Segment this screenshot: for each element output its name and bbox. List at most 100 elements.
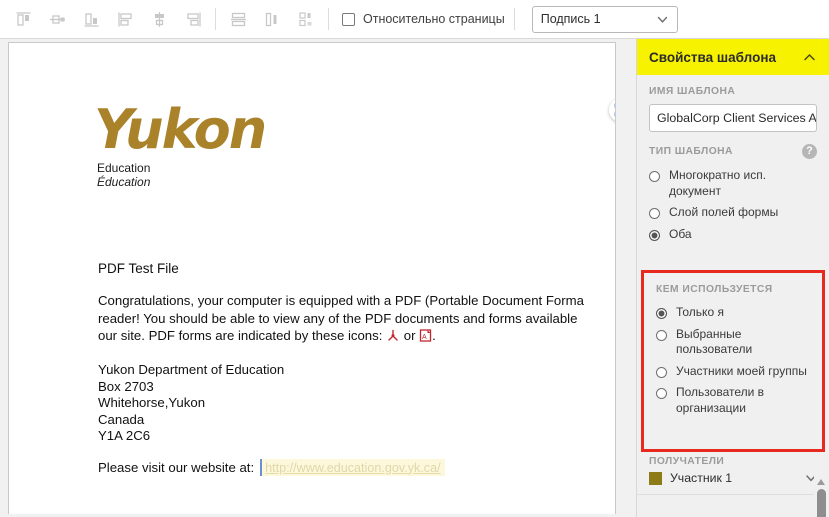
paragraph-or: or [403,328,416,343]
address-line-5: Y1A 2C6 [98,428,151,444]
radio-indicator [649,171,660,182]
match-size-icon [298,11,311,26]
logo-wordmark: Yukon [94,98,267,161]
distribute-horizontal-icon [265,12,276,26]
template-type-option-label: Оба [669,226,692,241]
pdf-file-icon: A [419,329,432,342]
used-by-option-my-group[interactable]: Участники моей группы [644,361,822,383]
distribute-vertical-icon [230,12,246,26]
pdf-heading: PDF Test File [98,261,179,276]
used-by-option-label: Участники моей группы [676,363,807,378]
align-center-vertical-icon [154,11,164,27]
alignment-toolbar: Относительно страницы Подпись 1 [0,0,829,39]
recipient-color-swatch [649,471,662,485]
radio-indicator [656,388,667,399]
used-by-option-only-me[interactable]: Только я [644,302,822,324]
logo-subtitle-fr: Éducation [97,175,151,189]
relative-to-page-checkbox[interactable]: Относительно страницы [338,12,509,26]
yukon-logo: Yukon Education Éducation [94,98,267,190]
used-by-option-selected-users[interactable]: Выбранные пользователи [644,324,822,361]
paragraph-line-1: Congratulations, your computer is equipp… [98,293,584,308]
toolbar-separator-3 [513,8,515,30]
signature-select-value: Подпись 1 [540,12,601,26]
radio-indicator-selected [656,308,667,319]
template-properties-title: Свойства шаблона [649,49,776,65]
scan-focus-badge[interactable] [609,98,615,122]
pdf-visit-line: Please visit our website at: http://www.… [98,459,445,476]
pdf-page[interactable]: Yukon Education Éducation PDF Test File … [8,42,616,514]
align-top-icon [16,11,30,26]
recipients-label: ПОЛУЧАТЕЛИ [649,456,725,467]
signature-select[interactable]: Подпись 1 [531,5,678,33]
align-top-button[interactable] [6,4,40,34]
svg-text:A: A [422,334,427,341]
scan-focus-icon [614,103,615,117]
relative-to-page-label: Относительно страницы [363,12,505,26]
radio-indicator [656,366,667,378]
used-by-option-organization[interactable]: Пользователи в организации [644,382,822,419]
recipients-section: ПОЛУЧАТЕЛИ Участник 1 [637,456,829,495]
recipient-name: Участник 1 [670,471,733,485]
pdf-address-block: Yukon Department of Education Box 2703 W… [98,362,284,445]
template-type-option-label: Многократно исп. документ [669,168,767,198]
visit-label: Please visit our website at: [98,460,255,475]
align-right-button[interactable] [176,4,210,34]
template-name-input[interactable]: GlobalCorp Client Services A [649,104,817,132]
radio-indicator [649,208,660,219]
align-bottom-icon [84,12,98,27]
match-size-button[interactable] [289,4,323,34]
template-name-value: GlobalCorp Client Services A [657,111,817,125]
sidebar-scrollbar[interactable] [814,475,829,517]
radio-indicator-selected [649,229,660,241]
address-line-1: Yukon Department of Education [98,362,285,377]
align-middle-horizontal-icon [49,14,65,24]
used-by-option-label: Пользователи в организации [676,385,765,415]
paragraph-line-3-text: our site. PDF forms are indicated by the… [98,328,383,343]
chevron-down-icon [657,16,667,23]
acrobat-form-icon [388,329,398,341]
align-middle-horizontal-button[interactable] [40,4,74,34]
properties-sidebar: Свойства шаблона ИМЯ ШАБЛОНА GlobalCorp … [636,39,829,517]
template-type-option-both[interactable]: Оба [637,224,829,246]
used-by-option-label: Только я [676,305,724,319]
align-left-icon [117,12,132,26]
template-name-label: ИМЯ ШАБЛОНА [649,86,736,97]
address-line-4: Canada [98,411,145,427]
used-by-group: КЕМ ИСПОЛЬЗУЕТСЯ Только я Выбранные поль… [641,270,825,452]
template-properties-header[interactable]: Свойства шаблона [637,39,829,75]
template-type-label: ТИП ШАБЛОНА [649,146,733,157]
address-line-2: Box 2703 [98,378,154,394]
paragraph-line-3: our site. PDF forms are indicated by the… [98,327,615,345]
logo-subtitle-en: Education [97,161,151,175]
used-by-label: КЕМ ИСПОЛЬЗУЕТСЯ [656,284,773,295]
signature-field-overlay[interactable]: http://www.education.gov.yk.ca/ [260,459,445,476]
distribute-vertical-button[interactable] [221,4,255,34]
recipient-item[interactable]: Участник 1 [637,467,829,485]
align-right-icon [186,12,201,26]
app-root: Относительно страницы Подпись 1 Yukon Ed… [0,0,829,517]
sidebar-scrollbar-thumb[interactable] [817,489,826,517]
paragraph-period: . [432,328,436,343]
document-viewport[interactable]: Yukon Education Éducation PDF Test File … [0,39,636,517]
toolbar-separator-1 [215,8,216,30]
align-bottom-button[interactable] [74,4,108,34]
help-icon[interactable]: ? [802,144,817,159]
align-center-vertical-button[interactable] [142,4,176,34]
website-url: http://www.education.gov.yk.ca/ [265,460,441,475]
scroll-up-arrow-icon[interactable] [817,479,825,485]
pdf-paragraph: Congratulations, your computer is equipp… [98,292,615,345]
template-type-row: ТИП ШАБЛОНА ? [637,144,829,159]
checkbox-box [342,12,355,26]
template-type-option-reusable[interactable]: Многократно исп. документ [637,165,829,202]
distribute-horizontal-button[interactable] [255,4,289,34]
toolbar-separator-2 [328,8,329,30]
template-type-option-label: Слой полей формы [669,205,779,219]
radio-indicator [656,329,667,341]
chevron-up-icon [804,53,815,60]
address-line-3: Whitehorse,Yukon [98,395,206,411]
align-left-button[interactable] [108,4,142,34]
paragraph-line-2: reader! You should be able to view any o… [98,310,578,326]
template-type-option-form-layer[interactable]: Слой полей формы [637,202,829,224]
used-by-option-label: Выбранные пользователи [676,326,753,357]
template-name-field-wrap: GlobalCorp Client Services A [637,97,829,132]
